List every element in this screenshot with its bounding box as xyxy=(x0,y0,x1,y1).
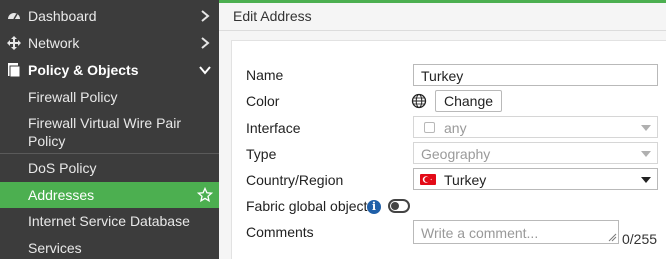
sidebar-sub-item-label: Firewall Virtual Wire Pair Policy xyxy=(28,115,181,149)
color-label: Color xyxy=(246,93,280,109)
sidebar-item-network[interactable]: Network xyxy=(0,30,219,56)
sidebar-sub-item[interactable]: Firewall Policy xyxy=(0,84,219,110)
dashboard-icon xyxy=(8,13,20,20)
sidebar-item-label: Dashboard xyxy=(28,8,97,24)
sidebar: Dashboard Network Policy & Objects Firew… xyxy=(0,0,219,259)
sidebar-sub-item-label: Internet Service Database xyxy=(28,213,190,229)
comments-textarea[interactable]: Write a comment... xyxy=(413,220,619,244)
change-color-button[interactable]: Change xyxy=(435,90,503,112)
comment-char-counter: 0/255 xyxy=(622,231,658,247)
fabric-global-toggle[interactable] xyxy=(388,199,410,213)
sidebar-sub-item-label: Addresses xyxy=(28,187,95,203)
sidebar-sub-item[interactable]: Internet Service Database xyxy=(0,208,219,234)
type-label: Type xyxy=(246,146,277,162)
sidebar-sub-item[interactable]: Firewall Virtual Wire Pair Policy xyxy=(0,110,219,154)
country-value: Turkey xyxy=(444,172,487,188)
chevron-right-icon xyxy=(201,37,210,49)
sidebar-sub-item-addresses[interactable]: Addresses xyxy=(0,182,219,208)
chevron-down-icon xyxy=(641,177,651,183)
comments-placeholder: Write a comment... xyxy=(421,225,539,241)
country-select[interactable]: Turkey xyxy=(413,168,658,190)
policy-icon xyxy=(8,63,21,78)
country-label: Country/Region xyxy=(246,172,344,188)
name-value: Turkey xyxy=(421,68,464,84)
sidebar-item-policy-objects[interactable]: Policy & Objects xyxy=(0,57,219,83)
sidebar-item-dashboard[interactable]: Dashboard xyxy=(0,3,219,29)
sidebar-sub-item[interactable]: DoS Policy xyxy=(0,155,219,181)
interface-checkbox[interactable] xyxy=(424,122,435,133)
type-value: Geography xyxy=(421,146,491,162)
sidebar-sub-item-label: Services xyxy=(28,240,82,256)
color-swatch-icon xyxy=(411,93,427,109)
interface-select[interactable]: any xyxy=(413,116,658,138)
fabric-global-label: Fabric global object xyxy=(246,198,368,214)
sidebar-item-label: Policy & Objects xyxy=(28,62,139,78)
resize-handle-icon[interactable] xyxy=(607,232,617,242)
type-select[interactable]: Geography xyxy=(413,142,658,164)
network-icon xyxy=(7,36,21,50)
sidebar-item-label: Network xyxy=(28,35,80,51)
star-icon[interactable] xyxy=(197,187,213,203)
page-header: Edit Address xyxy=(219,3,666,31)
comments-label: Comments xyxy=(246,224,314,240)
sidebar-sub-item[interactable]: Services xyxy=(0,235,219,259)
toggle-knob xyxy=(391,202,399,210)
chevron-down-icon xyxy=(641,151,651,157)
main-content: Edit Address Name Turkey Color Change In… xyxy=(219,0,666,259)
turkey-flag-icon xyxy=(420,174,436,185)
interface-label: Interface xyxy=(246,120,301,136)
page-title: Edit Address xyxy=(233,8,312,24)
chevron-down-icon xyxy=(641,125,651,131)
name-input[interactable]: Turkey xyxy=(413,64,658,86)
chevron-right-icon xyxy=(201,10,210,22)
sidebar-sub-item-label: DoS Policy xyxy=(28,160,97,176)
sidebar-sub-item-label: Firewall Policy xyxy=(28,89,118,105)
interface-value: any xyxy=(444,120,467,136)
edit-address-form: Name Turkey Color Change Interface any T… xyxy=(231,40,666,259)
name-label: Name xyxy=(246,67,284,83)
chevron-down-icon xyxy=(199,66,211,75)
info-icon[interactable]: i xyxy=(367,200,381,214)
